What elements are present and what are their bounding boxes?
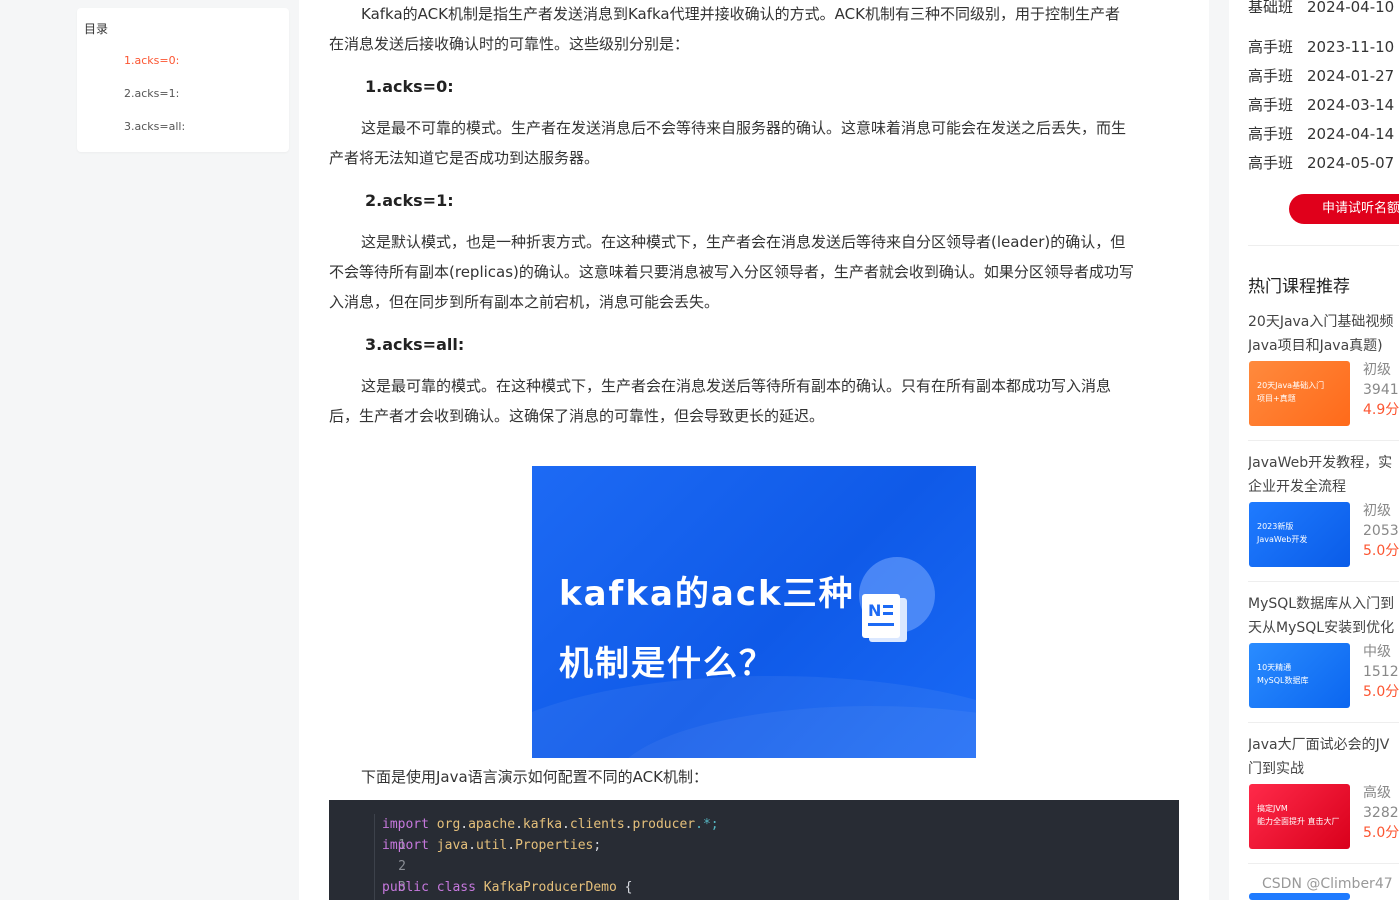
section-text-line: 产者将无法知道它是否成功到达服务器。 [329,149,600,167]
section-text-line: 不会等待所有副本(replicas)的确认。这意味着只要消息被写入分区领导者，生… [329,263,1134,281]
section-text-line: 这是最可靠的模式。在这种模式下，生产者会在消息发送后等待所有副本的确认。只有在所… [361,377,1112,395]
schedule-row: 高手班 2024-01-27 [1248,67,1395,85]
course-title[interactable]: Java项目和Java真题) [1248,334,1399,358]
toc-item-acks-1[interactable]: 2.acks=1: [124,87,179,100]
section-heading-acks-1: 2.acks=1: [365,191,454,210]
course-thumbnail[interactable]: 20天Java基础入门 项目+真题 [1249,361,1350,426]
code-block[interactable]: 1 import org.apache.kafka.clients.produc… [329,800,1179,900]
course-meta: 中级 1512 5.0分 [1363,644,1399,700]
schedule-row: 高手班 2024-03-14 [1248,96,1395,114]
banner-title-line-2: 机制是什么？ [559,644,775,684]
course-thumbnail[interactable]: 10天精通 MySQL数据库 [1249,643,1350,708]
apply-trial-button[interactable]: 申请试听名额 [1289,194,1399,224]
course-title[interactable]: 20天Java入门基础视频 [1248,310,1399,334]
schedule-row: 基础班 2024-04-10 [1248,0,1395,16]
course-title[interactable]: JavaWeb开发教程，实 [1248,451,1399,475]
article-banner-image: kafka的ack三种 机制是什么？ N [532,466,976,758]
course-title[interactable]: 门到实战 [1248,757,1399,781]
course-title[interactable]: MySQL数据库从入门到 [1248,592,1399,616]
hot-courses-title: 热门课程推荐 [1248,277,1350,297]
course-title[interactable]: Java大厂面试必会的JV [1248,733,1399,757]
toc-item-acks-0[interactable]: 1.acks=0: [124,54,179,67]
course-title[interactable]: 天从MySQL安装到优化 [1248,616,1399,640]
code-intro-text: 下面是使用Java语言演示如何配置不同的ACK机制： [361,768,708,786]
section-heading-acks-all: 3.acks=all: [365,335,465,354]
section-text-line: 这是默认模式，也是一种折衷方式。在这种模式下，生产者会在消息发送后等待来自分区领… [361,233,1126,251]
csdn-watermark: CSDN @Climber47 [1262,876,1393,892]
course-title[interactable]: 企业开发全流程 [1248,475,1399,499]
table-of-contents: 目录 1.acks=0: 2.acks=1: 3.acks=all: [77,8,289,152]
course-thumbnail[interactable]: 2023新版 JavaWeb开发 [1249,502,1350,567]
schedule-row: 高手班 2024-05-07 [1248,154,1395,172]
course-thumbnail[interactable] [1249,893,1350,900]
toc-item-acks-all[interactable]: 3.acks=all: [124,120,185,133]
course-meta: 高级 3282 5.0分 [1363,785,1399,841]
article-content: Kafka的ACK机制是指生产者发送消息到Kafka代理并接收确认的方式。ACK… [299,0,1209,900]
intro-line-2: 在消息发送后接收确认时的可靠性。这些级别分别是： [329,35,690,53]
banner-title-line-1: kafka的ack三种 [559,574,855,614]
toc-title: 目录 [84,22,109,36]
course-thumbnail[interactable]: 搞定JVM 能力全面提升 直击大厂 [1249,784,1350,849]
document-icon: N [862,594,907,642]
code-line: 3 [398,880,406,895]
svg-text:N: N [868,601,881,620]
code-line: 1 import org.apache.kafka.clients.produc… [382,817,719,853]
section-text-line: 后，生产者才会收到确认。这确保了消息的可靠性，但会导致更长的延迟。 [329,407,825,425]
section-text-line: 这是最不可靠的模式。生产者在发送消息后不会等待来自服务器的确认。这意味着消息可能… [361,119,1127,137]
divider [1248,245,1399,246]
code-line: 4 public class KafkaProducerDemo { [382,880,633,895]
right-sidebar: 基础班 2024-04-10 高手班 2023-11-10 高手班 2024-01-2… [1229,0,1399,900]
schedule-row: 高手班 2024-04-14 [1248,125,1395,143]
intro-line-1: Kafka的ACK机制是指生产者发送消息到Kafka代理并接收确认的方式。ACK… [361,5,1120,23]
course-meta: 初级 3941 4.9分 [1363,362,1399,418]
section-text-line: 入消息，但在同步到所有副本之前宕机，消息可能会丢失。 [329,293,720,311]
section-heading-acks-0: 1.acks=0: [365,77,454,96]
schedule-row: 高手班 2023-11-10 [1248,38,1395,56]
course-meta: 初级 2053 5.0分 [1363,503,1399,559]
code-line: 2 import java.util.Properties; [382,838,602,874]
